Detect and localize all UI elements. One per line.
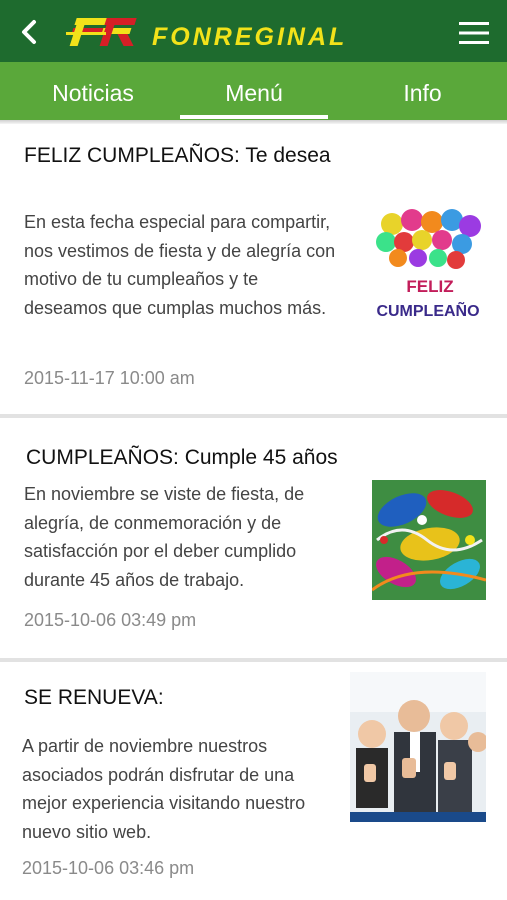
svg-text:CUMPLEAÑO: CUMPLEAÑO [376,300,479,320]
news-date: 2015-10-06 03:49 pm [24,610,197,630]
tab-bar: Noticias Menú Info [0,62,507,120]
party-decorations-image [372,480,486,600]
news-item[interactable]: SE RENUEVA: A partir de noviembre nuestr… [0,662,507,900]
news-item[interactable]: CUMPLEAÑOS: Cumple 45 años En noviembre … [0,418,507,658]
birthday-balloons-image: FELIZ CUMPLEAÑO [370,208,488,326]
news-title: CUMPLEAÑOS: Cumple 45 años [26,446,338,469]
back-arrow-icon[interactable] [16,18,44,46]
selected-tab-indicator [180,115,328,119]
app-header: FONREGINAL [0,0,507,62]
news-body: A partir de noviembre nuestros asociados… [22,736,306,842]
news-date: 2015-11-17 10:00 am [24,368,195,388]
news-item[interactable]: FELIZ CUMPLEAÑOS: Te desea En esta fecha… [0,124,507,414]
tab-noticias[interactable]: Noticias [0,62,186,120]
tab-menu[interactable]: Menú [180,62,328,120]
news-date: 2015-10-06 03:46 pm [22,858,195,878]
news-title: FELIZ CUMPLEAÑOS: Te desea [24,144,331,167]
news-title: SE RENUEVA: [24,686,164,709]
fonreginal-logo: FONREGINAL [66,18,347,50]
news-body: En esta fecha especial para compartir, n… [24,212,336,318]
news-body: En noviembre se viste de fiesta, de aleg… [24,484,305,590]
svg-text:FELIZ: FELIZ [406,277,453,296]
hamburger-menu-icon[interactable] [459,22,489,44]
tab-info[interactable]: Info [338,62,507,120]
happy-team-thumbs-up-image [350,672,486,822]
svg-text:FONREGINAL: FONREGINAL [152,23,347,50]
